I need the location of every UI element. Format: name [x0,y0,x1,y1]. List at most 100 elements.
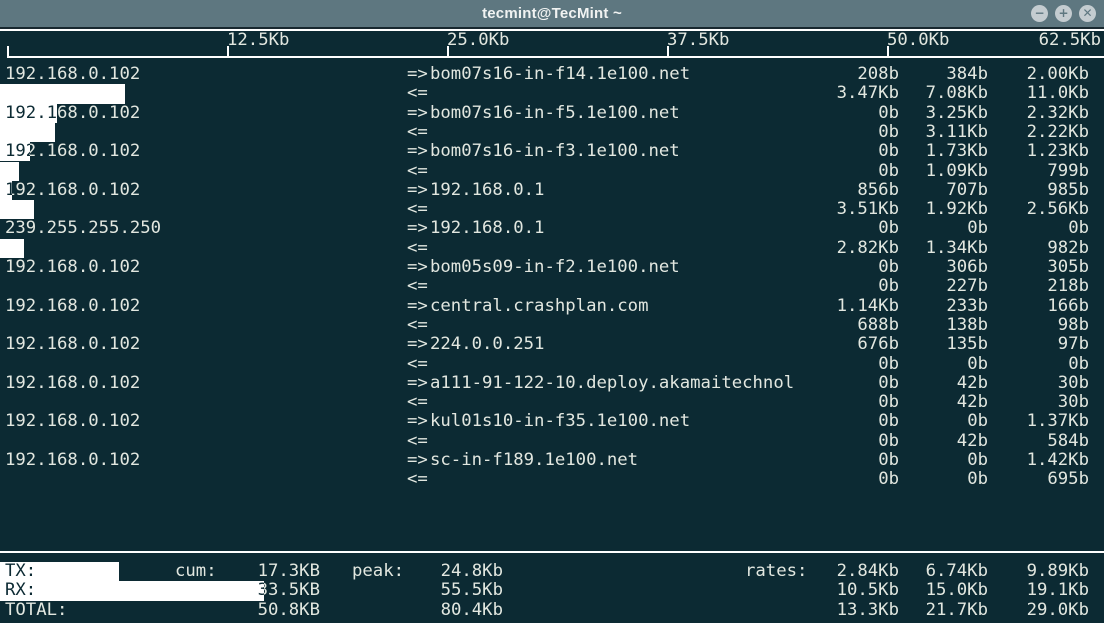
connection-row-rx-line: <= 688b 138b 98b [0,314,1104,335]
tx-rate-value: 0b [878,257,899,277]
dest-host: a111-91-122-10.deploy.akamaitechnol [430,372,795,393]
minimize-button[interactable]: − [1031,5,1048,22]
dest-host: central.crashplan.com [430,295,649,316]
rx-rate-value: 982b [1047,237,1089,258]
rx-rate-value: 3.51Kb [836,199,899,220]
arrow-in-icon: <= [407,353,428,374]
connection-row-tx-line: 192.168.0.102 => kul01s10-in-f35.1e100.net… [0,411,1104,432]
connection-row-rx-line: <= 2.82Kb 1.34Kb 982b [0,237,1104,258]
rx-rate-value: 0b [878,276,899,297]
rate-value: 9.89Kb [1026,561,1089,581]
arrow-in-icon: <= [407,121,428,142]
connection-row-tx-line: 192.168.0.102 192.168.0.102 => bom07s16-in-… [0,141,1104,162]
connection-row-tx-line: 192.168.0.102 => a111-91-122-10.deploy.aka… [0,372,1104,393]
tx-rate-value: 0b [878,411,899,432]
connection-row-rx-line: <= 0b 227b 218b [0,276,1104,297]
rx-rate-value: 3.47Kb [836,83,899,104]
scale-label: 50.0Kb [887,30,950,50]
arrow-out-icon: => [407,372,428,393]
minimize-icon: − [1034,6,1045,20]
rx-rate-value: 2.22Kb [1026,121,1089,142]
rx-rate-value: 799b [1047,160,1089,181]
tx-rate-value: 166b [1047,295,1089,316]
rx-rate-value: 42b [956,392,988,413]
tx-rate-value: 0b [878,450,899,470]
rx-rate-value: 30b [1057,392,1089,413]
tx-rate-value: 676b [857,334,899,355]
tx-rate-value: 1.42Kb [1026,450,1089,470]
dest-host: sc-in-f189.1e100.net [430,450,639,470]
dest-host: bom07s16-in-f3.1e100.net [430,141,680,162]
rx-rate-value: 98b [1057,314,1089,335]
dest-host: 192.168.0.1 [430,218,545,239]
connection-row-rx-line: <= 3.47Kb 7.08Kb 11.0Kb [0,83,1104,104]
peak-label: peak: [352,561,405,581]
arrow-out-icon: => [407,102,428,123]
footer-row-label: TOTAL: [5,599,68,620]
footer-divider [0,551,1104,553]
rx-rate-value: 0b [878,469,899,490]
rx-rate-value: 0b [878,160,899,181]
arrow-out-icon: => [407,179,428,200]
tx-rate-value: 30b [1057,372,1089,393]
rx-rate-value: 7.08Kb [925,83,988,104]
rate-value: 10.5Kb [836,580,899,601]
connection-row-rx-line: <= 3.51Kb 1.92Kb 2.56Kb [0,199,1104,220]
dest-host: bom07s16-in-f14.1e100.net [430,64,691,84]
connection-row-tx-line: 192.168.0.102 192.168.0.102 => bom07s16-in-… [0,102,1104,123]
source-host: 192.168.0.102 [5,295,141,316]
tx-rate-value: 1.23Kb [1026,141,1089,162]
window-titlebar: tecmint@TecMint ~ − + ✕ [0,0,1104,29]
source-host: 192.168.0.102 [5,450,141,470]
rate-value: 2.84Kb [836,561,899,581]
rx-rate-value: 1.34Kb [925,237,988,258]
source-host: 192.168.0.102 [5,257,141,277]
maximize-button[interactable]: + [1055,5,1072,22]
source-host: 192.168.0.102 [5,334,141,355]
traffic-bar [0,238,24,258]
rate-value: 21.7Kb [925,599,988,620]
scale-label: 12.5Kb [227,30,290,50]
tx-rate-value: 0b [967,450,988,470]
scale-label: 62.5Kb [1038,30,1101,50]
close-button[interactable]: ✕ [1079,5,1096,22]
arrow-in-icon: <= [407,469,428,490]
dest-host: kul01s10-in-f35.1e100.net [430,411,691,432]
connection-row-tx-line: 192.168.0.102 => bom07s16-in-f14.1e100.net… [0,64,1104,84]
cum-value: 50.8KB [257,599,320,620]
dest-host: bom05s09-in-f2.1e100.net [430,257,680,277]
terminal-screen[interactable]: 12.5Kb 25.0Kb 37.5Kb 50.0Kb 62.5Kb 192.168.0… [0,29,1104,623]
source-host: 239.255.255.250 [5,218,162,239]
rx-rate-value: 0b [878,121,899,142]
tx-rate-value: 2.32Kb [1026,102,1089,123]
rx-rate-value: 227b [946,276,988,297]
tx-rate-value: 384b [946,64,988,84]
tx-rate-value: 97b [1057,334,1089,355]
connection-row-tx-line: 192.168.0.102 => central.crashplan.com 1.14… [0,295,1104,316]
cum-value: 17.3KB [257,561,320,581]
tx-rate-value: 856b [857,179,899,200]
arrow-out-icon: => [407,411,428,432]
rx-rate-value: 11.0Kb [1026,83,1089,104]
rate-value: 29.0Kb [1026,599,1089,620]
tx-rate-value: 0b [1068,218,1089,239]
tx-rate-value: 3.25Kb [925,102,988,123]
dest-host: 192.168.0.1 [430,179,545,200]
connection-row-tx-line: 239.255.255.250 => 192.168.0.1 0b 0b 0b [0,218,1104,239]
dest-host: bom07s16-in-f5.1e100.net [430,102,680,123]
footer-row-label: RX: [5,580,37,601]
arrow-in-icon: <= [407,83,428,104]
arrow-out-icon: => [407,334,428,355]
tx-rate-value: 0b [878,218,899,239]
arrow-out-icon: => [407,450,428,470]
scale-label: 25.0Kb [447,30,510,50]
arrow-in-icon: <= [407,237,428,258]
source-host: 192.168.0.102 [5,411,141,432]
footer-row: RX:RX:33.5KB33.5KB55.5Kb10.5Kb15.0Kb19.1… [0,580,1104,601]
rx-rate-value: 138b [946,314,988,335]
rx-rate-value: 0b [878,430,899,451]
tx-rate-value: 1.14Kb [836,295,899,316]
arrow-in-icon: <= [407,314,428,335]
connection-row-rx-line: <= 0b 0b 695b [0,469,1104,490]
footer-row: TOTAL: 50.8KB 80.4Kb 13.3Kb 21.7Kb 29.0Kb [0,599,1104,620]
